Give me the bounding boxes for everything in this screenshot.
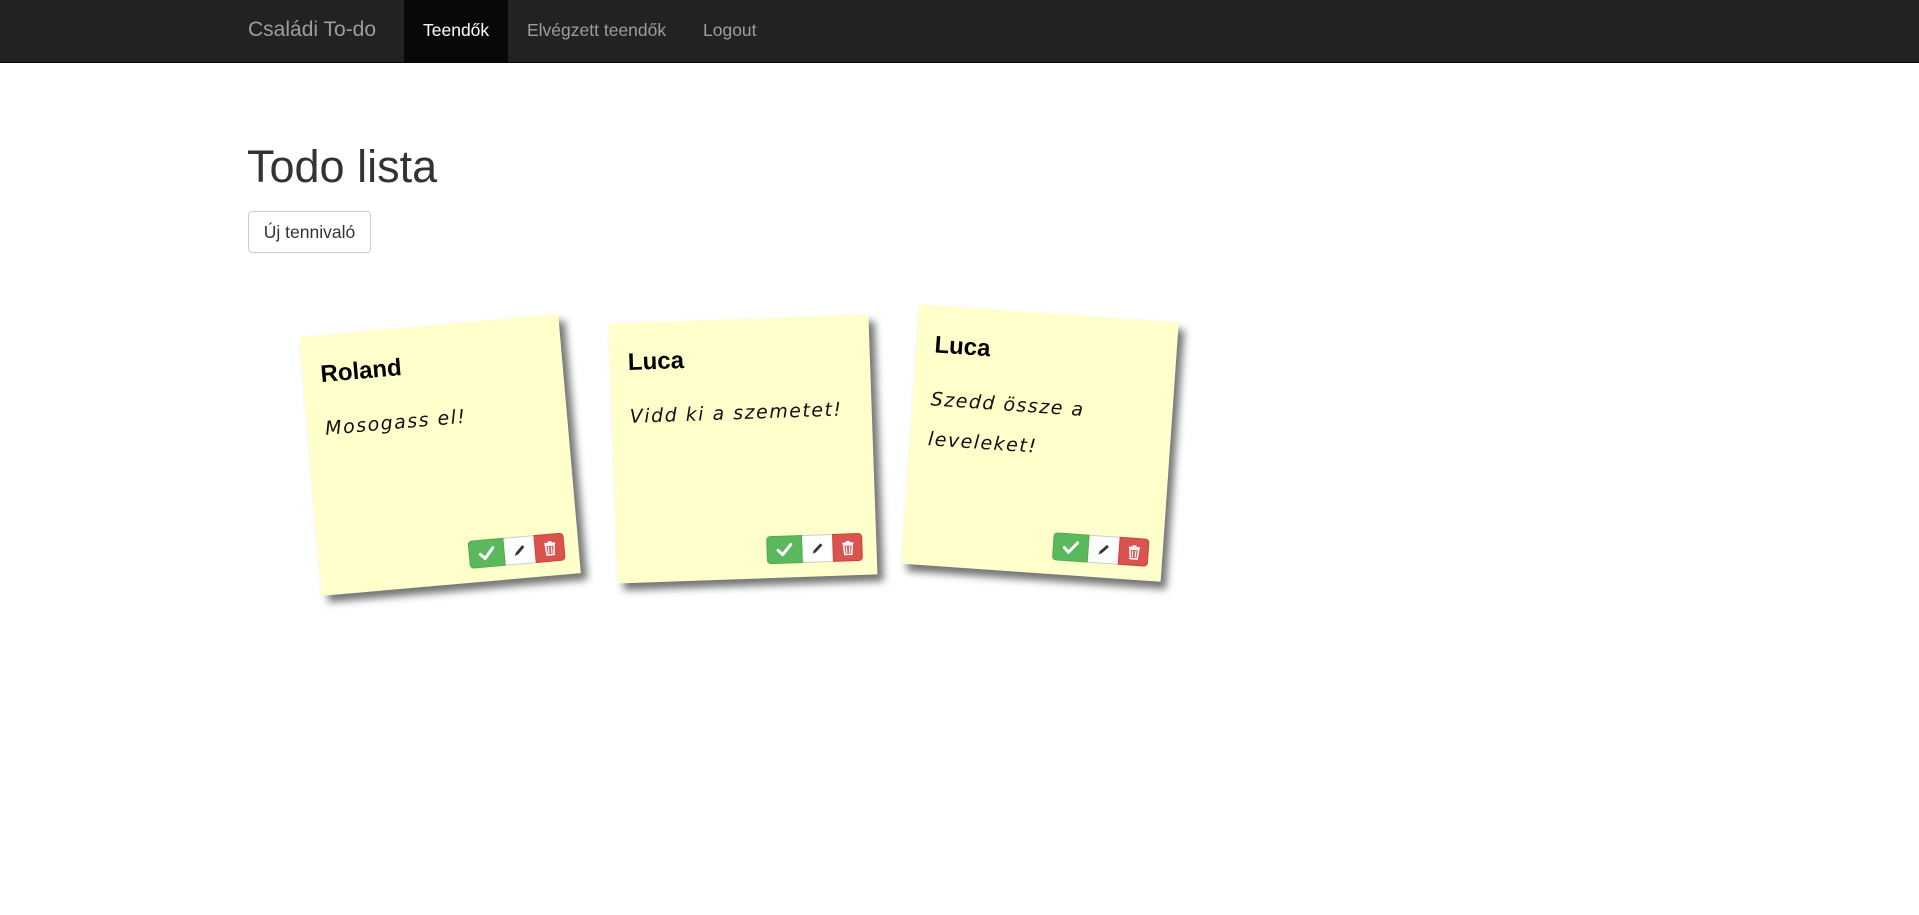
trash-icon: [542, 540, 556, 556]
pencil-icon: [512, 543, 527, 558]
note-actions: [766, 532, 863, 565]
edit-button[interactable]: [503, 535, 536, 566]
sticky-note: Luca Vidd ki a szemetet!: [608, 314, 878, 584]
sticky-note: Luca Szedd össze a leveleket!: [901, 304, 1179, 582]
mark-done-button[interactable]: [1051, 532, 1090, 563]
note-actions: [467, 532, 566, 569]
nav-logout-link[interactable]: Logout: [684, 0, 776, 62]
nav-tab-todos[interactable]: Teendők: [404, 0, 508, 62]
brand-link[interactable]: Családi To-do: [248, 0, 376, 62]
check-icon: [776, 542, 793, 557]
new-todo-button[interactable]: Új tennivaló: [248, 211, 371, 253]
note-owner: Luca: [933, 331, 992, 363]
pencil-icon: [1096, 542, 1111, 557]
edit-button[interactable]: [802, 533, 833, 563]
delete-button[interactable]: [533, 532, 566, 564]
note-actions: [1051, 532, 1150, 567]
sticky-note: Roland Mosogass el!: [299, 314, 581, 596]
trash-icon: [841, 540, 855, 555]
delete-button[interactable]: [832, 532, 863, 562]
note-owner: Roland: [319, 354, 403, 389]
note-owner: Luca: [627, 347, 685, 376]
top-navbar: Családi To-do Teendők Elvégzett teendők …: [0, 0, 1919, 63]
mark-done-button[interactable]: [766, 534, 804, 565]
edit-button[interactable]: [1087, 534, 1120, 565]
page-title: Todo lista: [247, 141, 438, 192]
note-text: Vidd ki a szemetet!: [629, 398, 843, 428]
trash-icon: [1127, 544, 1141, 560]
mark-done-button[interactable]: [467, 537, 506, 569]
note-text: Szedd össze a leveleket!: [927, 388, 1086, 458]
note-text: Mosogass el!: [324, 405, 468, 440]
check-icon: [1062, 540, 1080, 555]
nav-tab-completed[interactable]: Elvégzett teendők: [508, 0, 685, 62]
pencil-icon: [810, 541, 824, 555]
check-icon: [478, 546, 495, 561]
delete-button[interactable]: [1117, 536, 1150, 567]
